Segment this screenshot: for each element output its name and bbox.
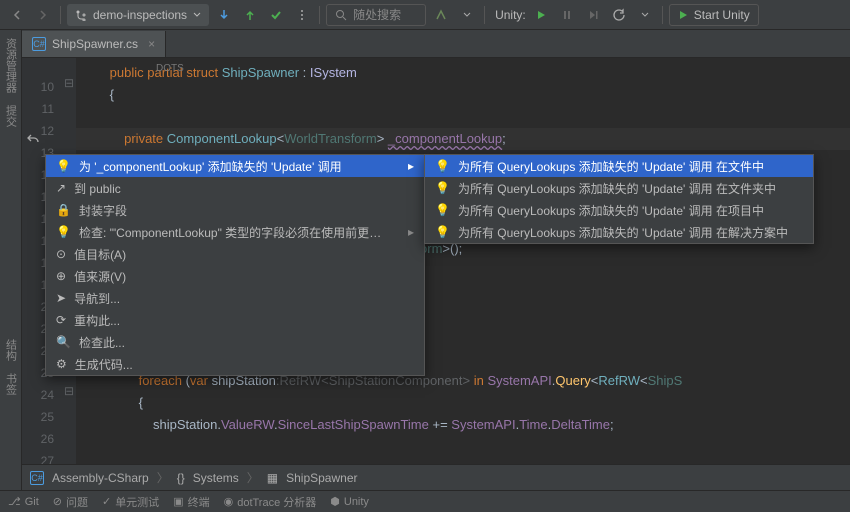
breadcrumb-assembly[interactable]: Assembly-CSharp [52, 471, 149, 485]
close-icon[interactable]: × [148, 37, 155, 51]
lock-icon: 🔒 [56, 203, 71, 217]
sidebar-structure[interactable]: 结构 [3, 339, 19, 361]
inspect-icon: 🔍 [56, 335, 71, 349]
menu-value-target[interactable]: ⊙值目标(A) [46, 243, 424, 265]
status-unity[interactable]: ⬢ Unity [330, 495, 369, 508]
main-toolbar: demo-inspections 随处搜索 Unity: Start Unity [0, 0, 850, 30]
step-button[interactable] [582, 4, 604, 26]
menu-inspect[interactable]: 🔍检查此... [46, 331, 424, 353]
status-bar: ⎇ Git ⊘ 问题 ✓ 单元测试 ▣ 终端 ◉ dotTrace 分析器 ⬢ … [0, 490, 850, 512]
sidebar-explorer[interactable]: 资源管理器 [3, 38, 19, 93]
menu-encapsulate[interactable]: 🔒封装字段 [46, 199, 424, 221]
forward-button[interactable] [32, 4, 54, 26]
play-button[interactable] [530, 4, 552, 26]
status-git[interactable]: ⎇ Git [8, 495, 39, 508]
chevron-right-icon: ▸ [408, 159, 414, 173]
tab-shipspawner[interactable]: C# ShipSpawner.cs × [22, 31, 166, 57]
chevron-down-icon [193, 11, 201, 19]
chevron-right-icon: ▸ [408, 225, 414, 239]
lightbulb-icon: 💡 [435, 203, 450, 217]
menu-value-source[interactable]: ⊕值来源(V) [46, 265, 424, 287]
status-terminal[interactable]: ▣ 终端 [173, 494, 209, 510]
play-icon [678, 10, 688, 20]
csharp-icon: C# [32, 37, 46, 51]
menu-generate[interactable]: ⚙生成代码... [46, 353, 424, 375]
refresh-button[interactable] [608, 4, 630, 26]
lightbulb-icon: 💡 [56, 225, 71, 239]
submenu-in-solution[interactable]: 💡为所有 QueryLookups 添加缺失的 'Update' 调用 在解决方… [425, 221, 813, 243]
unity-label: Unity: [495, 8, 526, 22]
unity-dropdown[interactable] [634, 4, 656, 26]
submenu-in-folder[interactable]: 💡为所有 QueryLookups 添加缺失的 'Update' 调用 在文件夹… [425, 177, 813, 199]
update-project-button[interactable] [213, 4, 235, 26]
tab-filename: ShipSpawner.cs [52, 37, 138, 51]
commit-button[interactable] [239, 4, 261, 26]
status-problems[interactable]: ⊘ 问题 [53, 494, 88, 510]
menu-inspection[interactable]: 💡检查: '"ComponentLookup" 类型的字段必须在使用前更新。'▸ [46, 221, 424, 243]
dots-badge: DOTS [156, 58, 184, 80]
lightbulb-icon: 💡 [435, 225, 450, 239]
project-name: demo-inspections [93, 8, 187, 22]
arrow-icon: ➤ [56, 291, 66, 305]
fold-icon[interactable]: ⊟ [62, 384, 76, 406]
branch-icon [75, 9, 87, 21]
generate-icon: ⚙ [56, 357, 67, 371]
start-unity-button[interactable]: Start Unity [669, 4, 759, 26]
menu-add-update-call[interactable]: 💡 为 '_componentLookup' 添加缺失的 'Update' 调用… [46, 155, 424, 177]
breadcrumb-struct[interactable]: ShipSpawner [286, 471, 357, 485]
fold-icon[interactable]: ⊟ [62, 76, 76, 98]
lightbulb-icon: 💡 [435, 159, 450, 173]
build-button[interactable] [430, 4, 452, 26]
status-dottrace[interactable]: ◉ dotTrace 分析器 [224, 494, 317, 510]
sidebar-bookmarks[interactable]: 书签 [3, 373, 19, 395]
lightbulb-icon: 💡 [435, 181, 450, 195]
menu-refactor[interactable]: ⟳重构此... [46, 309, 424, 331]
project-dropdown[interactable]: demo-inspections [67, 4, 209, 26]
sidebar-commit[interactable]: 提交 [3, 105, 19, 127]
more-vcs-button[interactable] [291, 4, 313, 26]
check-button[interactable] [265, 4, 287, 26]
left-tool-strip: 资源管理器 提交 结构 书签 [0, 30, 22, 490]
back-button[interactable] [6, 4, 28, 26]
source-icon: ⊕ [56, 269, 66, 283]
context-submenu: 💡为所有 QueryLookups 添加缺失的 'Update' 调用 在文件中… [424, 154, 814, 244]
visibility-icon: ↗ [56, 181, 66, 195]
lightbulb-icon: 💡 [56, 159, 71, 173]
chevron-right-icon: 〉 [247, 469, 259, 486]
submenu-in-file[interactable]: 💡为所有 QueryLookups 添加缺失的 'Update' 调用 在文件中 [425, 155, 813, 177]
build-dropdown[interactable] [456, 4, 478, 26]
context-menu: 💡 为 '_componentLookup' 添加缺失的 'Update' 调用… [45, 154, 425, 376]
namespace-icon: {} [177, 471, 185, 485]
csharp-icon: C# [30, 471, 44, 485]
chevron-right-icon: 〉 [157, 469, 169, 486]
undo-icon[interactable] [22, 128, 44, 150]
submenu-in-project[interactable]: 💡为所有 QueryLookups 添加缺失的 'Update' 调用 在项目中 [425, 199, 813, 221]
struct-icon: ▦ [267, 471, 278, 485]
breadcrumb-namespace[interactable]: Systems [193, 471, 239, 485]
target-icon: ⊙ [56, 247, 66, 261]
search-icon [335, 9, 347, 21]
editor-tabs: C# ShipSpawner.cs × [22, 30, 850, 58]
breadcrumb: C# Assembly-CSharp 〉 {} Systems 〉 ▦ Ship… [22, 464, 850, 490]
menu-navigate[interactable]: ➤导航到... [46, 287, 424, 309]
refactor-icon: ⟳ [56, 313, 66, 327]
menu-to-public[interactable]: ↗到 public [46, 177, 424, 199]
search-placeholder: 随处搜索 [353, 6, 401, 23]
search-everywhere[interactable]: 随处搜索 [326, 4, 426, 26]
pause-button[interactable] [556, 4, 578, 26]
status-tests[interactable]: ✓ 单元测试 [102, 494, 159, 510]
